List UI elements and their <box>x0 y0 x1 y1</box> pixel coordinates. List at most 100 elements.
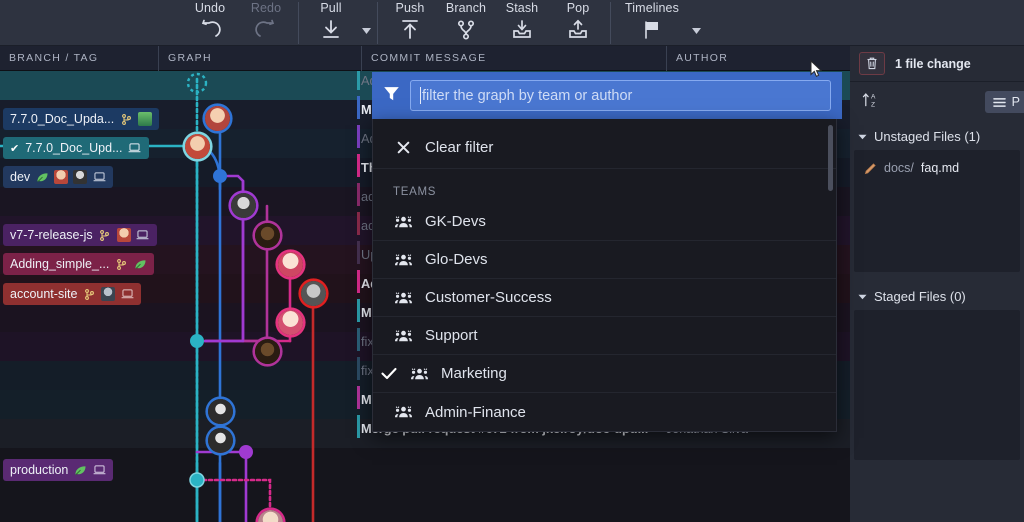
branch-pill-7-7-0-doc-upda[interactable]: 7.7.0_Doc_Upda... <box>3 108 160 130</box>
graph-avatar-node[interactable] <box>231 193 256 218</box>
discard-changes-button[interactable] <box>859 52 885 75</box>
laptop-icon <box>92 464 106 476</box>
teams-section-header: TEAMS <box>393 186 437 198</box>
branch-glyph-icon <box>114 258 128 270</box>
branch-label: 7.7.0_Doc_Upda... <box>10 112 115 126</box>
main-toolbar: Undo Redo Pull Push Branch Stash Pop Tim… <box>0 0 1024 46</box>
filter-team-item-marketing[interactable]: Marketing <box>373 355 836 393</box>
file-changes-header: 1 file change <box>850 46 1024 82</box>
push-icon <box>399 16 421 44</box>
branch-pill-7-7-0-doc-upd-current[interactable]: ✔ 7.7.0_Doc_Upd... <box>3 137 149 159</box>
column-header-graph[interactable]: GRAPH <box>159 46 361 71</box>
toolbar-undo-label: Undo <box>194 1 226 15</box>
branch-pill-production[interactable]: production <box>3 459 114 481</box>
chevron-down-icon <box>858 294 867 299</box>
graph-avatar-node[interactable] <box>278 310 303 335</box>
toolbar-branch-label: Branch <box>445 1 487 15</box>
filter-icon <box>383 85 400 107</box>
timelines-flag-icon <box>641 16 663 44</box>
checkmark-icon <box>381 367 397 380</box>
column-header-bar: BRANCH / TAG GRAPH COMMIT MESSAGE AUTHOR <box>0 45 850 71</box>
unstaged-files-header[interactable]: Unstaged Files (1) <box>850 122 1024 150</box>
pull-dropdown-caret-icon[interactable] <box>359 0 373 46</box>
graph-node <box>190 334 204 348</box>
filter-team-item-gk-devs[interactable]: GK-Devs <box>373 203 836 241</box>
clear-filter-item[interactable]: Clear filter <box>373 119 836 169</box>
laptop-icon <box>128 142 142 154</box>
undo-icon <box>199 16 221 44</box>
graph-filter-popover: filter the graph by team or author Clear… <box>372 72 842 432</box>
toolbar-redo-button[interactable]: Redo <box>238 0 294 46</box>
toolbar-redo-label: Redo <box>250 1 282 15</box>
file-row-docs-faq-md[interactable]: docs/faq.md <box>854 150 1020 180</box>
filter-team-label: Admin-Finance <box>425 403 526 421</box>
staged-files-list[interactable] <box>854 310 1020 460</box>
team-group-icon <box>393 329 413 343</box>
branch-pill-v7-7-release-js[interactable]: v7-7-release-js <box>3 224 157 246</box>
file-changes-panel: 1 file change A Z P Unstaged Files (1) d… <box>850 46 1024 522</box>
toolbar-stash-button[interactable]: Stash <box>494 0 550 46</box>
toolbar-pop-button[interactable]: Pop <box>550 0 606 46</box>
graph-avatar-node[interactable] <box>255 339 280 364</box>
branch-label: production <box>10 463 69 477</box>
chevron-down-icon <box>858 134 867 139</box>
filter-team-item-support[interactable]: Support <box>373 317 836 355</box>
preview-toggle-button[interactable]: P <box>984 91 1024 113</box>
branch-glyph-icon <box>119 113 133 125</box>
avatar-thumb <box>116 228 131 242</box>
svg-text:Z: Z <box>870 102 874 108</box>
branch-pill-adding-simple[interactable]: Adding_simple_... <box>3 253 155 275</box>
branch-pill-account-site[interactable]: account-site <box>3 283 142 305</box>
column-header-commit-message[interactable]: COMMIT MESSAGE <box>362 46 666 71</box>
toolbar-timelines-button[interactable]: Timelines <box>615 0 689 46</box>
filter-team-item-admin-finance[interactable]: Admin-Finance <box>373 393 836 431</box>
column-header-branch-tag[interactable]: BRANCH / TAG <box>0 46 158 71</box>
filter-team-label: Customer-Success <box>425 289 552 306</box>
timelines-dropdown-caret-icon[interactable] <box>689 0 703 46</box>
toolbar-group-history: Undo Redo <box>182 0 294 46</box>
toolbar-group-pull: Pull <box>303 0 373 46</box>
toolbar-branch-button[interactable]: Branch <box>438 0 494 46</box>
graph-avatar-node[interactable] <box>301 281 326 306</box>
graph-avatar-node[interactable] <box>255 223 280 248</box>
row-marker <box>357 71 360 90</box>
branch-glyph-icon <box>82 288 96 300</box>
branch-pill-dev[interactable]: dev <box>3 166 114 188</box>
team-group-icon <box>393 405 413 419</box>
graph-node <box>239 445 253 459</box>
filter-team-item-glo-devs[interactable]: Glo-Devs <box>373 241 836 279</box>
avatar-thumb <box>101 287 116 301</box>
filter-search-bar: filter the graph by team or author <box>372 72 842 119</box>
toolbar-push-button[interactable]: Push <box>382 0 438 46</box>
filter-search-input[interactable]: filter the graph by team or author <box>410 80 831 111</box>
avatar-thumb <box>54 170 69 184</box>
dropdown-scrollbar[interactable] <box>828 125 833 191</box>
row-marker <box>357 154 360 177</box>
toolbar-group-timelines: Timelines <box>615 0 703 46</box>
laptop-icon <box>120 288 134 300</box>
toolbar-push-label: Push <box>395 1 425 15</box>
graph-avatar-node[interactable] <box>205 106 230 131</box>
toolbar-group-git: Push Branch Stash Pop <box>382 0 606 46</box>
clear-filter-label: Clear filter <box>425 139 494 156</box>
team-group-icon <box>393 215 413 229</box>
unstaged-files-list[interactable]: docs/faq.md <box>854 150 1020 272</box>
sort-az-button[interactable]: A Z <box>859 90 881 110</box>
avatar-thumb <box>138 112 153 126</box>
graph-node <box>213 169 227 183</box>
text-caret <box>420 87 421 104</box>
toolbar-undo-button[interactable]: Undo <box>182 0 238 46</box>
graph-avatar-node[interactable] <box>208 399 233 424</box>
checkmark-icon: ✔ <box>10 142 20 155</box>
staged-files-header[interactable]: Staged Files (0) <box>850 282 1024 310</box>
pop-icon <box>567 16 589 44</box>
row-marker <box>357 212 360 235</box>
graph-avatar-node[interactable] <box>208 428 233 453</box>
filter-team-item-customer-success[interactable]: Customer-Success <box>373 279 836 317</box>
close-x-icon <box>393 140 413 155</box>
graph-avatar-node[interactable] <box>278 252 303 277</box>
graph-avatar-node[interactable] <box>185 134 210 159</box>
toolbar-pull-button[interactable]: Pull <box>303 0 359 46</box>
toolbar-divider-1 <box>298 2 299 44</box>
team-group-icon <box>393 253 413 267</box>
